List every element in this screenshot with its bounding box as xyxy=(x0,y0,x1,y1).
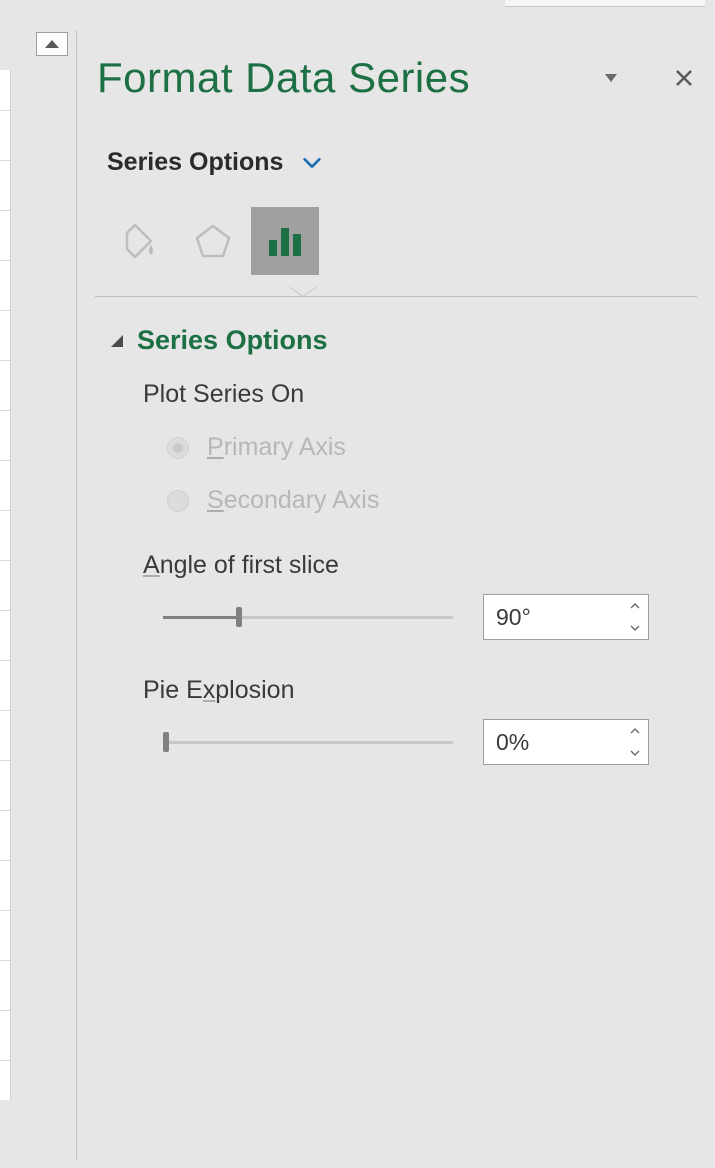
chevron-up-icon xyxy=(630,603,640,609)
slider-track xyxy=(163,741,453,744)
pane-title: Format Data Series xyxy=(97,54,470,102)
angle-spinner[interactable]: 90° xyxy=(483,594,649,640)
series-options-dropdown-label: Series Options xyxy=(107,148,283,177)
series-options-section-title: Series Options xyxy=(137,325,328,356)
pentagon-icon xyxy=(193,221,233,261)
angle-slider[interactable] xyxy=(163,605,453,629)
effects-tab[interactable] xyxy=(179,207,247,275)
secondary-axis-radio[interactable]: Secondary Axis xyxy=(167,486,715,515)
explosion-slider[interactable] xyxy=(163,730,453,754)
chevron-down-icon xyxy=(605,74,617,82)
plot-series-on-label: Plot Series On xyxy=(143,380,715,409)
pie-explosion-label: Pie Explosion xyxy=(143,676,715,705)
explosion-decrement-button[interactable] xyxy=(622,742,648,764)
pane-menu-button[interactable] xyxy=(605,69,617,87)
series-options-section-header[interactable]: Series Options xyxy=(111,325,715,356)
primary-axis-label: Primary Axis xyxy=(207,433,346,462)
angle-increment-button[interactable] xyxy=(622,595,648,617)
secondary-axis-label: Secondary Axis xyxy=(207,486,379,515)
angle-of-first-slice-label: Angle of first slice xyxy=(143,551,715,580)
slider-track xyxy=(163,616,453,619)
series-options-dropdown[interactable]: Series Options xyxy=(107,148,715,177)
format-data-series-pane: Format Data Series Series Options xyxy=(77,30,715,1168)
angle-decrement-button[interactable] xyxy=(622,617,648,639)
tab-divider xyxy=(95,287,697,307)
radio-icon xyxy=(167,437,189,459)
radio-icon xyxy=(167,490,189,512)
primary-axis-radio[interactable]: Primary Axis xyxy=(167,433,715,462)
paint-bucket-icon xyxy=(121,221,161,261)
format-tabs xyxy=(107,207,715,275)
series-options-tab[interactable] xyxy=(251,207,319,275)
window-chrome-fragment xyxy=(505,0,705,7)
explosion-spinner[interactable]: 0% xyxy=(483,719,649,765)
fill-and-line-tab[interactable] xyxy=(107,207,175,275)
slider-thumb[interactable] xyxy=(236,607,242,627)
close-icon xyxy=(675,69,693,87)
chevron-down-icon xyxy=(301,152,323,174)
close-pane-button[interactable] xyxy=(675,65,693,91)
chevron-down-icon xyxy=(630,625,640,631)
chevron-up-icon xyxy=(45,40,59,48)
explosion-value[interactable]: 0% xyxy=(484,720,622,764)
slider-thumb[interactable] xyxy=(163,732,169,752)
collapse-triangle-icon xyxy=(111,335,123,347)
chevron-up-icon xyxy=(630,728,640,734)
scroll-up-button[interactable] xyxy=(36,32,68,56)
spreadsheet-gutter xyxy=(0,70,11,1100)
angle-value[interactable]: 90° xyxy=(484,595,622,639)
explosion-increment-button[interactable] xyxy=(622,720,648,742)
chevron-down-icon xyxy=(630,750,640,756)
bar-chart-icon xyxy=(264,220,306,262)
